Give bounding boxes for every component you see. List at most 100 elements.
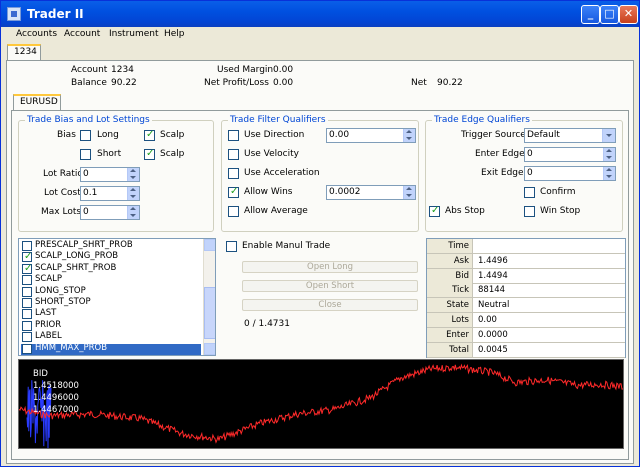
bias-group: Trade Bias and Lot Settings Bias Long Sc…	[18, 115, 214, 232]
title-bar[interactable]: Trader II _ □ ✕	[1, 1, 639, 27]
list-item-checkbox[interactable]	[22, 343, 32, 354]
chevron-down-icon[interactable]	[602, 129, 615, 142]
menu-accounts[interactable]: Accounts	[16, 29, 57, 39]
list-item-checkbox[interactable]	[22, 251, 32, 263]
use-acceleration-checkbox[interactable]	[228, 168, 239, 179]
scalp-long-checkbox[interactable]	[144, 129, 155, 141]
maximize-button[interactable]: □	[600, 5, 619, 24]
balance-value: 90.22	[111, 78, 137, 88]
allow-wins-value: 0.0002	[329, 187, 361, 197]
exit-edge-spinner[interactable]: 0	[524, 166, 616, 181]
quote-row-ask: Ask 1.4496	[427, 253, 625, 269]
list-item[interactable]: SCALP_SHRT_PROB	[21, 263, 201, 275]
quote-value: 0.0045	[478, 344, 508, 355]
list-item-checkbox[interactable]	[22, 320, 32, 331]
trader-window: Trader II _ □ ✕ Accounts Account Instrum…	[0, 0, 640, 467]
list-item-label: HMM_MAX_PROB	[35, 342, 108, 353]
list-item[interactable]: PRESCALP_SHRT_PROB	[21, 240, 201, 252]
list-item-checkbox[interactable]	[22, 298, 32, 308]
open-short-button[interactable]: Open Short	[242, 280, 418, 292]
list-item-checkbox[interactable]	[22, 263, 32, 274]
spin-arrows-icon[interactable]	[127, 168, 139, 181]
spin-arrows-icon[interactable]	[127, 206, 139, 219]
quote-value: Neutral	[478, 300, 510, 311]
list-item[interactable]: HMM_MAX_PROB	[21, 342, 201, 355]
list-item[interactable]: PRIOR	[21, 319, 201, 332]
list-item-label: SHORT_STOP	[35, 297, 91, 307]
edge-group: Trade Edge Qualifiers Trigger Source Def…	[425, 115, 623, 232]
scalp-short-checkbox[interactable]	[144, 148, 155, 160]
confirm-checkbox[interactable]	[524, 187, 535, 198]
tab-account-1234[interactable]: 1234	[7, 44, 41, 60]
short-checkbox[interactable]	[80, 149, 91, 160]
list-item-checkbox[interactable]	[22, 332, 32, 343]
quote-key: State	[427, 298, 473, 313]
quote-row-enter: Enter 0.0000	[427, 327, 625, 343]
long-checkbox[interactable]	[80, 130, 91, 141]
list-item-checkbox[interactable]	[22, 309, 32, 320]
signal-list[interactable]: PRESCALP_SHRT_PROBSCALP_LONG_PROBSCALP_S…	[18, 238, 216, 356]
win-stop-checkbox[interactable]	[524, 206, 535, 217]
minimize-button[interactable]: _	[581, 5, 600, 24]
quote-key: Total	[427, 342, 473, 357]
tab-eurusd[interactable]: EURUSD	[13, 94, 61, 110]
confirm-label: Confirm	[540, 187, 576, 197]
quote-value: 0.00	[478, 315, 497, 325]
list-item[interactable]: LONG_STOP	[21, 286, 201, 298]
list-item-checkbox[interactable]	[22, 286, 32, 297]
abs-stop-checkbox[interactable]	[429, 205, 440, 217]
lot-ratio-spinner[interactable]: 0	[80, 167, 140, 182]
lot-ratio-label: Lot Ratio	[43, 169, 83, 179]
menu-help[interactable]: Help	[164, 29, 185, 39]
enable-manual-trade-checkbox[interactable]	[226, 241, 237, 252]
bias-group-title: Trade Bias and Lot Settings	[25, 115, 152, 125]
max-lots-spinner[interactable]: 0	[80, 205, 140, 220]
menu-account[interactable]: Account	[64, 29, 100, 39]
scalp-long-label: Scalp	[160, 130, 185, 140]
list-item[interactable]: SCALP	[21, 274, 201, 286]
list-item-checkbox[interactable]	[22, 275, 32, 286]
net-pl-value: 0.00	[273, 78, 294, 88]
use-velocity-checkbox[interactable]	[228, 149, 239, 160]
spin-arrows-icon[interactable]	[603, 167, 615, 180]
quote-row-tick: Tick 88144	[427, 283, 625, 299]
spin-arrows-icon[interactable]	[603, 148, 615, 161]
spin-arrows-icon[interactable]	[127, 187, 139, 200]
quote-key: Bid	[427, 268, 473, 283]
scalp-short-label: Scalp	[160, 149, 185, 159]
use-direction-label: Use Direction	[244, 130, 305, 140]
list-item[interactable]: LAST	[21, 308, 201, 320]
lot-cost-spinner[interactable]: 0.1	[80, 186, 140, 201]
quote-value: 1.4496	[478, 255, 508, 266]
allow-wins-spinner[interactable]: 0.0002	[326, 185, 416, 200]
spin-arrows-icon[interactable]	[403, 129, 415, 142]
abs-stop-label: Abs Stop	[445, 206, 485, 216]
list-item-checkbox[interactable]	[22, 241, 32, 251]
price-chart: BID 1.4518000 1.4496000 1.4467000	[18, 359, 624, 449]
scroll-up-icon[interactable]	[204, 239, 215, 251]
quote-key: Time	[427, 239, 473, 253]
quote-grid: Time Ask 1.4496 Bid 1.4494 Tick 88144 State Neut…	[426, 238, 626, 358]
list-item[interactable]: SCALP_LONG_PROB	[21, 251, 201, 263]
balance-label: Balance	[71, 78, 107, 88]
scroll-thumb[interactable]	[204, 287, 215, 339]
price-chart-svg	[19, 360, 623, 448]
app-icon	[7, 7, 21, 21]
spin-arrows-icon[interactable]	[403, 186, 415, 199]
enter-edge-spinner[interactable]: 0	[524, 147, 616, 162]
allow-wins-checkbox[interactable]	[228, 186, 239, 198]
use-direction-spinner[interactable]: 0.00	[326, 128, 416, 143]
trigger-source-select[interactable]: Default	[524, 128, 616, 143]
menu-instrument[interactable]: Instrument	[109, 29, 159, 39]
close-trade-button[interactable]: Close	[242, 299, 418, 311]
quote-key: Enter	[427, 327, 473, 342]
use-direction-checkbox[interactable]	[228, 130, 239, 141]
list-item[interactable]: LABEL	[21, 331, 201, 343]
list-item[interactable]: SHORT_STOP	[21, 297, 201, 309]
list-item-label: PRIOR	[35, 319, 62, 330]
open-long-button[interactable]: Open Long	[242, 261, 418, 273]
allow-average-checkbox[interactable]	[228, 206, 239, 217]
scroll-down-icon[interactable]	[204, 343, 215, 355]
close-button[interactable]: ✕	[619, 5, 638, 24]
signal-list-scrollbar[interactable]	[203, 239, 215, 355]
